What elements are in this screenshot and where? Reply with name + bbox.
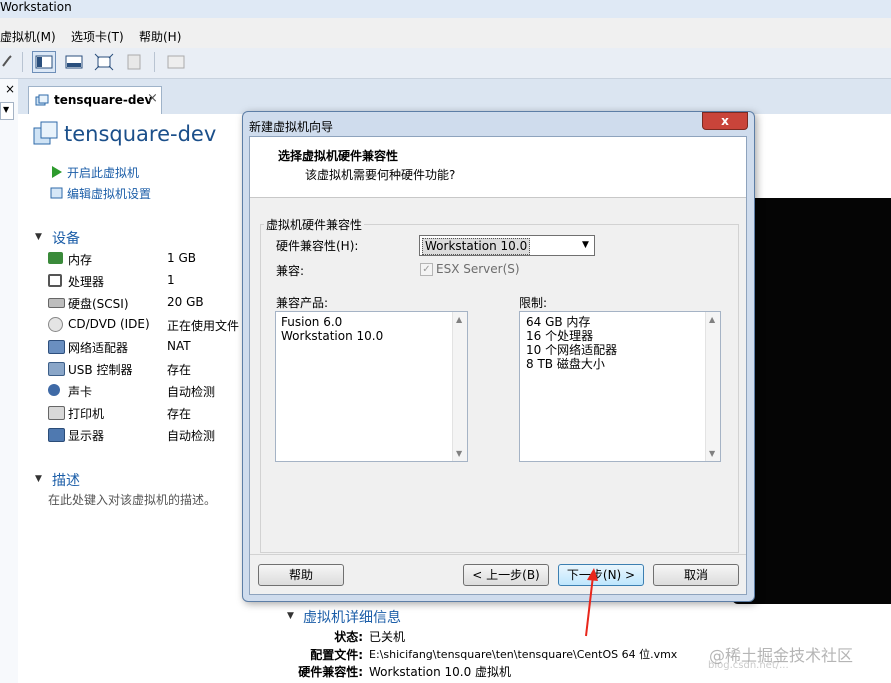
device-row-network[interactable]: 网络适配器 NAT bbox=[48, 338, 258, 356]
play-icon[interactable] bbox=[50, 165, 64, 179]
back-button[interactable]: < 上一步(B) bbox=[463, 564, 549, 586]
list-item: Workstation 10.0 bbox=[281, 329, 384, 343]
limits-scrollbar[interactable]: ▲ ▼ bbox=[705, 312, 720, 461]
cpu-icon bbox=[48, 274, 62, 287]
menu-vm[interactable]: 虚拟机(M) bbox=[0, 28, 56, 45]
vm-large-icon bbox=[33, 121, 58, 145]
devices-section-title[interactable]: 设备 bbox=[52, 228, 80, 248]
scroll-down-icon[interactable]: ▼ bbox=[456, 449, 462, 458]
usb-icon bbox=[48, 362, 65, 376]
menu-help[interactable]: 帮助(H) bbox=[139, 28, 181, 45]
vm-screen-preview[interactable] bbox=[732, 198, 891, 604]
scroll-down-icon[interactable]: ▼ bbox=[709, 449, 715, 458]
list-item: 64 GB 内存 bbox=[526, 315, 591, 329]
config-file-label: 配置文件: bbox=[310, 648, 363, 662]
window-title: Workstation bbox=[0, 0, 72, 14]
thumbnail-bar-icon[interactable] bbox=[62, 51, 86, 73]
config-file-value: E:\shicifang\tensquare\ten\tensquare\Cen… bbox=[369, 648, 678, 661]
tab-label: tensquare-dev bbox=[54, 93, 153, 107]
chevron-down-icon: ▼ bbox=[582, 240, 589, 250]
display-icon bbox=[48, 428, 65, 442]
vm-icon bbox=[35, 94, 49, 106]
limits-label: 限制: bbox=[519, 296, 548, 310]
products-list[interactable]: Fusion 6.0 Workstation 10.0 ▲ ▼ bbox=[275, 311, 468, 462]
dialog-close-button[interactable]: x bbox=[702, 112, 748, 130]
toolbar-separator bbox=[22, 52, 23, 72]
printer-icon bbox=[48, 406, 65, 420]
description-section-title[interactable]: 描述 bbox=[52, 470, 80, 490]
compatible-label: 兼容: bbox=[276, 264, 305, 278]
harddisk-icon bbox=[48, 298, 65, 308]
library-panel: × ▼ bbox=[0, 79, 19, 683]
compat-select-value: Workstation 10.0 bbox=[422, 238, 531, 255]
device-row-cdrom[interactable]: CD/DVD (IDE) 正在使用文件 bbox=[48, 316, 258, 334]
products-scrollbar[interactable]: ▲ ▼ bbox=[452, 312, 467, 461]
chevron-down-icon: ▼ bbox=[3, 105, 10, 114]
memory-icon bbox=[48, 252, 63, 264]
unity-icon[interactable] bbox=[122, 51, 146, 73]
dialog-title: 新建虚拟机向导 bbox=[249, 120, 334, 134]
compat-select[interactable]: Workstation 10.0 ▼ bbox=[419, 235, 595, 256]
dialog-header: 选择虚拟机硬件兼容性 该虚拟机需要何种硬件功能? bbox=[250, 137, 746, 198]
scroll-up-icon[interactable]: ▲ bbox=[456, 315, 462, 324]
dialog-heading: 选择虚拟机硬件兼容性 bbox=[278, 149, 399, 163]
annotation-arrow bbox=[585, 568, 598, 637]
device-row-memory[interactable]: 内存 1 GB bbox=[48, 250, 258, 268]
list-item: Fusion 6.0 bbox=[281, 315, 343, 329]
device-row-printer[interactable]: 打印机 存在 bbox=[48, 404, 258, 422]
device-row-sound[interactable]: 声卡 自动检测 bbox=[48, 382, 258, 400]
edit-settings-link[interactable]: 编辑虚拟机设置 bbox=[67, 185, 151, 202]
esx-checkbox[interactable]: ✓ bbox=[420, 263, 433, 276]
fullscreen-icon[interactable] bbox=[92, 51, 116, 73]
collapse-icon[interactable]: ▼ bbox=[35, 474, 42, 484]
scroll-up-icon[interactable]: ▲ bbox=[709, 315, 715, 324]
sound-icon bbox=[48, 384, 60, 396]
status-label: 状态: bbox=[334, 630, 363, 644]
collapse-icon[interactable]: ▼ bbox=[35, 232, 42, 242]
library-search-dropdown[interactable]: ▼ bbox=[0, 102, 14, 120]
details-section-title[interactable]: 虚拟机详细信息 bbox=[303, 607, 401, 627]
wrench-icon[interactable] bbox=[0, 51, 14, 73]
list-item: 16 个处理器 bbox=[526, 329, 594, 343]
cancel-button[interactable]: 取消 bbox=[653, 564, 739, 586]
hw-compat-label: 硬件兼容性: bbox=[298, 665, 363, 679]
cdrom-icon bbox=[48, 317, 63, 332]
group-title: 虚拟机硬件兼容性 bbox=[264, 216, 365, 233]
menu-bar: 虚拟机(M) 选项卡(T) 帮助(H) bbox=[0, 18, 891, 48]
menu-tabs[interactable]: 选项卡(T) bbox=[71, 28, 124, 45]
status-value: 已关机 bbox=[369, 630, 406, 644]
vm-name: tensquare-dev bbox=[64, 122, 217, 146]
list-item: 8 TB 磁盘大小 bbox=[526, 357, 605, 371]
collapse-icon[interactable]: ▼ bbox=[287, 611, 294, 621]
esx-label: ESX Server(S) bbox=[436, 262, 520, 276]
hw-compat-value: Workstation 10.0 虚拟机 bbox=[369, 665, 512, 679]
help-button[interactable]: 帮助 bbox=[258, 564, 344, 586]
edit-settings-icon[interactable] bbox=[50, 186, 64, 200]
compat-label: 硬件兼容性(H): bbox=[276, 239, 359, 253]
device-row-usb[interactable]: USB 控制器 存在 bbox=[48, 360, 258, 378]
watermark-url: blog.csdn.net/... bbox=[708, 660, 789, 671]
description-placeholder[interactable]: 在此处键入对该虚拟机的描述。 bbox=[48, 491, 216, 508]
device-row-display[interactable]: 显示器 自动检测 bbox=[48, 426, 258, 444]
tab-tensquare-dev[interactable]: tensquare-dev × bbox=[28, 86, 162, 114]
dialog-divider bbox=[250, 554, 746, 555]
window-title-bar: Workstation bbox=[0, 0, 891, 18]
products-label: 兼容产品: bbox=[276, 296, 329, 310]
tab-close-icon[interactable]: × bbox=[147, 91, 158, 106]
close-icon[interactable]: × bbox=[5, 82, 15, 96]
power-on-link[interactable]: 开启此虚拟机 bbox=[67, 164, 139, 181]
show-library-icon[interactable] bbox=[32, 51, 56, 73]
device-row-cpu[interactable]: 处理器 1 bbox=[48, 272, 258, 290]
console-view-icon[interactable] bbox=[164, 51, 188, 73]
toolbar-separator bbox=[154, 52, 155, 72]
toolbar bbox=[0, 48, 891, 79]
dialog-subheading: 该虚拟机需要何种硬件功能? bbox=[305, 168, 456, 182]
device-row-harddisk[interactable]: 硬盘(SCSI) 20 GB bbox=[48, 294, 258, 312]
limits-list[interactable]: 64 GB 内存 16 个处理器 10 个网络适配器 8 TB 磁盘大小 ▲ ▼ bbox=[519, 311, 721, 462]
network-icon bbox=[48, 340, 65, 354]
list-item: 10 个网络适配器 bbox=[526, 343, 618, 357]
